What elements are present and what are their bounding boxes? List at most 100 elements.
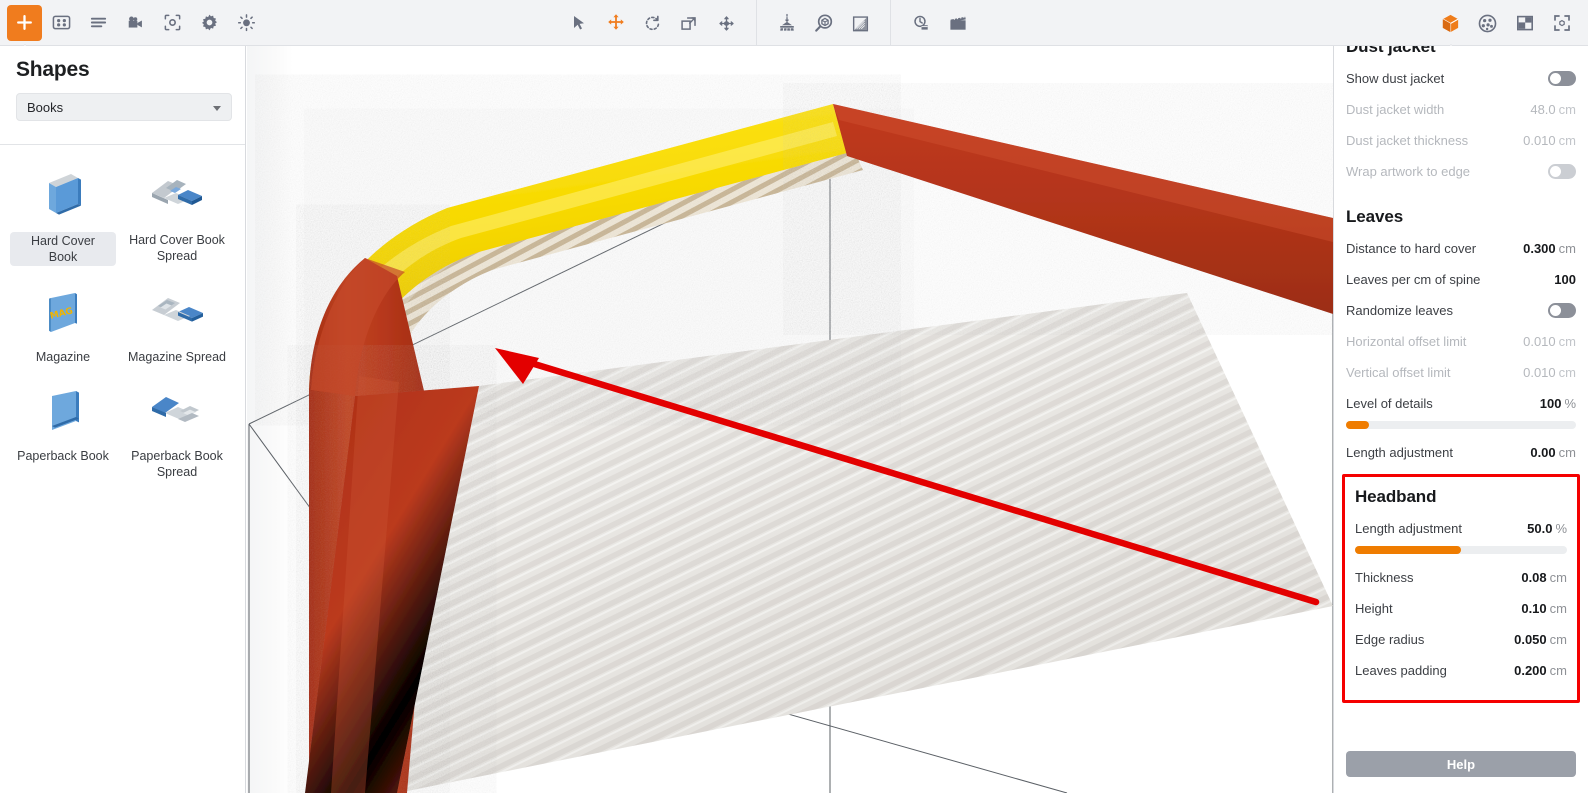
prop-headband-length-adjustment[interactable]: Length adjustment 50.0% (1355, 513, 1567, 544)
prop-headband-height[interactable]: Height 0.10 cm (1355, 593, 1567, 624)
prop-unit: cm (1559, 102, 1576, 117)
level-of-details-slider[interactable] (1346, 421, 1576, 429)
clapperboard-icon-button[interactable] (940, 5, 975, 41)
fullscreen-icon-button[interactable] (1544, 5, 1579, 41)
focus-target-icon-button[interactable] (155, 5, 190, 41)
toolbar-right-group (1432, 0, 1580, 46)
shape-item-magazine[interactable]: MAG Magazine (6, 276, 120, 375)
explode-icon-button[interactable] (709, 5, 744, 41)
list-icon-button[interactable] (81, 5, 116, 41)
prop-value: 48.0 (1530, 102, 1555, 117)
prop-unit: cm (1559, 334, 1576, 349)
history-icon-button[interactable] (903, 5, 938, 41)
toolbar-center-group (560, 0, 976, 46)
prop-label: Length adjustment (1355, 521, 1462, 536)
paperback-book-spread-icon (146, 383, 208, 441)
prop-value: 0.300 (1523, 241, 1556, 256)
page-title: Shapes (16, 58, 229, 82)
drop-to-floor-icon-button[interactable] (769, 5, 804, 41)
prop-horizontal-offset-limit: Horizontal offset limit 0.010cm (1346, 326, 1576, 357)
prop-label: Dust jacket width (1346, 102, 1444, 117)
shape-item-label: Hard Cover Book Spread (124, 232, 230, 264)
prop-unit: cm (1559, 365, 1576, 380)
sphere-render-icon-button[interactable] (1470, 5, 1505, 41)
prop-unit: cm (1559, 133, 1576, 148)
camera-icon-button[interactable] (118, 5, 153, 41)
prop-show-dust-jacket[interactable]: Show dust jacket (1346, 63, 1576, 94)
shape-category-value: Books (27, 100, 63, 115)
shape-item-paperback-book-spread[interactable]: Paperback Book Spread (120, 375, 234, 490)
prop-label: Height (1355, 601, 1393, 616)
shape-item-hard-cover-book-spread[interactable]: Hard Cover Book Spread (120, 159, 234, 276)
toolbar-separator-2 (890, 0, 891, 46)
prop-randomize-leaves[interactable]: Randomize leaves (1346, 295, 1576, 326)
prop-unit: cm (1559, 445, 1576, 460)
slider-fill (1346, 421, 1369, 429)
shape-item-label: Magazine (36, 349, 90, 365)
move-icon-button[interactable] (598, 5, 633, 41)
hard-cover-book-spread-icon (146, 167, 208, 225)
prop-label: Horizontal offset limit (1346, 334, 1466, 349)
prop-leaves-per-cm[interactable]: Leaves per cm of spine 100 (1346, 264, 1576, 295)
prop-unit: cm (1559, 241, 1576, 256)
toolbar-left-group (0, 0, 265, 46)
prop-value: 0.010 (1523, 133, 1556, 148)
material-preview-icon-button[interactable] (843, 5, 878, 41)
book-3d-render (247, 46, 1333, 793)
cube-3d-icon-button[interactable] (1433, 5, 1468, 41)
prop-headband-thickness[interactable]: Thickness 0.08 cm (1355, 562, 1567, 593)
shape-item-label: Paperback Book (17, 448, 109, 464)
shape-item-label: Paperback Book Spread (124, 448, 230, 480)
prop-headband-leaves-padding[interactable]: Leaves padding 0.200cm (1355, 655, 1567, 686)
prop-headband-edge-radius[interactable]: Edge radius 0.050cm (1355, 624, 1567, 655)
prop-value: 0.010 (1523, 334, 1556, 349)
scale-icon-button[interactable] (672, 5, 707, 41)
prop-value: 0.00 (1530, 445, 1555, 460)
shape-item-hard-cover-book[interactable]: Hard Cover Book (6, 159, 120, 276)
shape-item-paperback-book[interactable]: Paperback Book (6, 375, 120, 490)
prop-label: Wrap artwork to edge (1346, 164, 1470, 179)
prop-dust-jacket-thickness: Dust jacket thickness 0.010cm (1346, 125, 1576, 156)
prop-value: 50.0 (1527, 521, 1552, 536)
prop-unit: % (1555, 521, 1567, 536)
properties-panel: Dust jacket Show dust jacket Dust jacket… (1333, 46, 1588, 793)
prop-unit: cm (1550, 663, 1567, 678)
prop-label: Vertical offset limit (1346, 365, 1451, 380)
prop-label: Length adjustment (1346, 445, 1453, 460)
shape-category-select[interactable]: Books (16, 93, 232, 121)
headband-section-highlight: Headband Length adjustment 50.0% Thickne… (1342, 474, 1580, 703)
add-icon-button[interactable] (7, 5, 42, 41)
prop-label: Edge radius (1355, 632, 1424, 647)
grid-layout-icon-button[interactable] (44, 5, 79, 41)
gear-icon-button[interactable] (192, 5, 227, 41)
properties-scroll-area[interactable]: Dust jacket Show dust jacket Dust jacket… (1334, 46, 1588, 735)
prop-label: Thickness (1355, 570, 1414, 585)
chevron-down-icon (213, 106, 221, 111)
shape-item-magazine-spread[interactable]: Magazine Spread (120, 276, 234, 375)
prop-value: 0.200 (1514, 663, 1547, 678)
shape-grid: Hard Cover Book Hard Cover Book S (0, 145, 245, 490)
randomize-leaves-toggle[interactable] (1548, 303, 1576, 318)
paperback-book-icon (32, 383, 94, 441)
zoom-to-object-icon-button[interactable] (806, 5, 841, 41)
rotate-icon-button[interactable] (635, 5, 670, 41)
prop-unit: cm (1550, 601, 1567, 616)
viewport-3d[interactable] (247, 46, 1333, 793)
help-button[interactable]: Help (1346, 751, 1576, 777)
image-export-icon-button[interactable] (1507, 5, 1542, 41)
show-dust-jacket-toggle[interactable] (1548, 71, 1576, 86)
prop-value: 0.050 (1514, 632, 1547, 647)
toolbar-separator-1 (756, 0, 757, 46)
shape-item-label: Magazine Spread (128, 349, 226, 365)
headband-length-slider[interactable] (1355, 546, 1567, 554)
prop-vertical-offset-limit: Vertical offset limit 0.010cm (1346, 357, 1576, 388)
light-bulb-icon-button[interactable] (229, 5, 264, 41)
prop-distance-to-hard-cover[interactable]: Distance to hard cover 0.300cm (1346, 233, 1576, 264)
prop-level-of-details[interactable]: Level of details 100% (1346, 388, 1576, 419)
select-cursor-icon-button[interactable] (561, 5, 596, 41)
prop-unit: cm (1550, 570, 1567, 585)
prop-label: Leaves per cm of spine (1346, 272, 1480, 287)
prop-value: 0.08 (1521, 570, 1546, 585)
prop-value: 0.10 (1521, 601, 1546, 616)
prop-leaves-length-adjustment[interactable]: Length adjustment 0.00 cm (1346, 437, 1576, 468)
